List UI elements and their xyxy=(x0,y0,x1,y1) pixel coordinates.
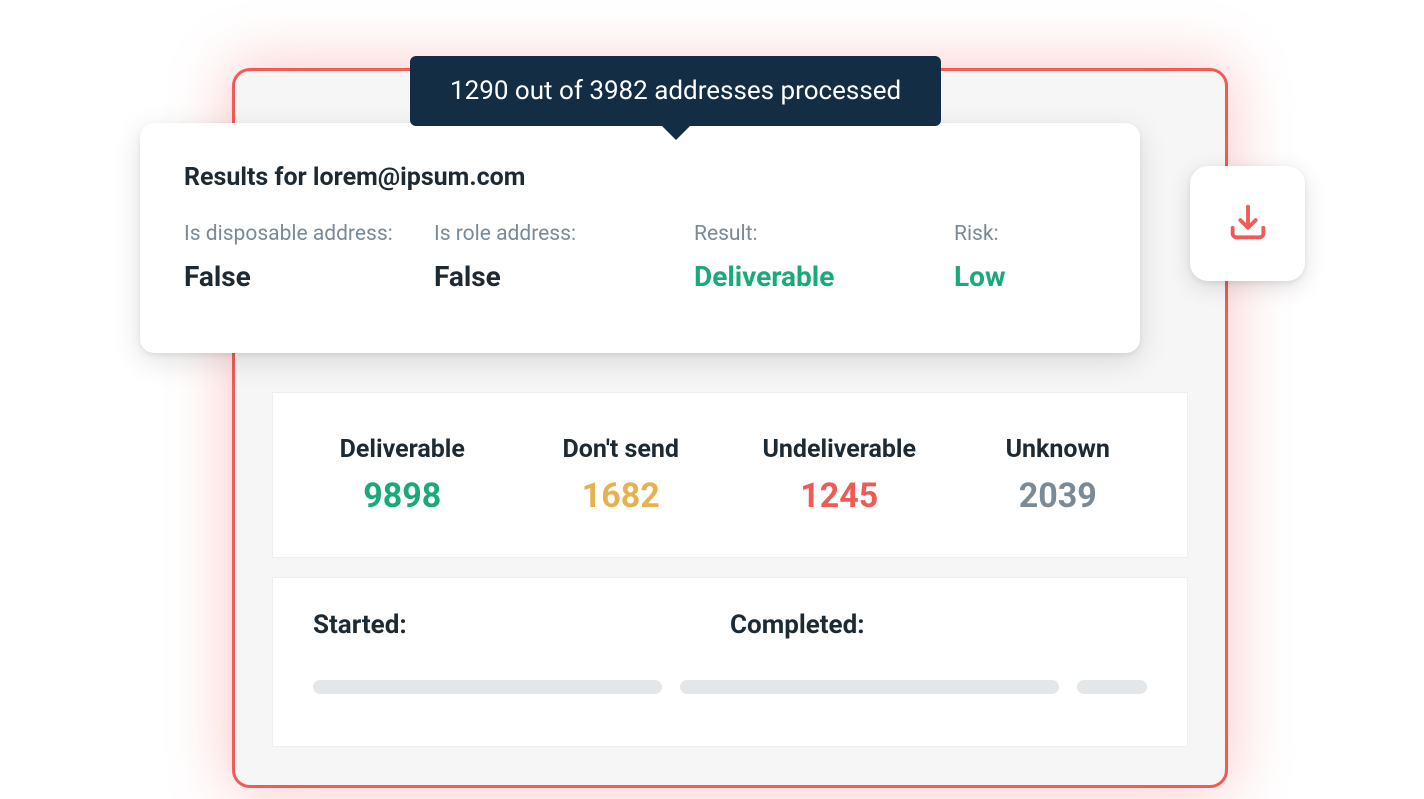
metric-risk: Risk: Low xyxy=(954,222,1104,293)
time-started: Started: xyxy=(313,610,730,640)
progress-text: 1290 out of 3982 addresses processed xyxy=(450,76,901,106)
metric-label: Risk: xyxy=(954,222,1104,246)
stat-label: Deliverable xyxy=(293,435,512,464)
download-icon xyxy=(1225,199,1271,249)
metric-value: Low xyxy=(954,260,1104,293)
metric-result: Result: Deliverable xyxy=(694,222,954,293)
stat-undeliverable: Undeliverable 1245 xyxy=(730,435,949,516)
stat-label: Don't send xyxy=(512,435,731,464)
placeholder-bar xyxy=(680,680,1059,694)
metric-role: Is role address: False xyxy=(434,222,694,293)
metric-label: Is role address: xyxy=(434,222,694,246)
stat-value: 1682 xyxy=(512,476,731,516)
stat-value: 1245 xyxy=(730,476,949,516)
result-metrics-row: Is disposable address: False Is role add… xyxy=(184,222,1096,293)
stat-deliverable: Deliverable 9898 xyxy=(293,435,512,516)
stat-value: 9898 xyxy=(293,476,512,516)
stats-panel: Deliverable 9898 Don't send 1682 Undeliv… xyxy=(272,392,1188,558)
stat-label: Unknown xyxy=(949,435,1168,464)
stat-value: 2039 xyxy=(949,476,1168,516)
stat-dont-send: Don't send 1682 xyxy=(512,435,731,516)
placeholder-bars xyxy=(313,680,1147,694)
download-button[interactable] xyxy=(1190,166,1305,281)
metric-label: Result: xyxy=(694,222,954,246)
metric-value: False xyxy=(184,260,434,293)
time-panel: Started: Completed: xyxy=(272,577,1188,747)
progress-tooltip: 1290 out of 3982 addresses processed xyxy=(410,56,941,126)
metric-value: False xyxy=(434,260,694,293)
stat-label: Undeliverable xyxy=(730,435,949,464)
metric-label: Is disposable address: xyxy=(184,222,434,246)
time-row: Started: Completed: xyxy=(313,610,1147,640)
started-label: Started: xyxy=(313,610,730,640)
placeholder-bar xyxy=(313,680,662,694)
metric-value: Deliverable xyxy=(694,260,954,293)
stat-unknown: Unknown 2039 xyxy=(949,435,1168,516)
result-title: Results for lorem@ipsum.com xyxy=(184,163,1096,192)
completed-label: Completed: xyxy=(730,610,1147,640)
result-card: Results for lorem@ipsum.com Is disposabl… xyxy=(140,123,1140,353)
metric-disposable: Is disposable address: False xyxy=(184,222,434,293)
placeholder-bar xyxy=(1077,680,1147,694)
time-completed: Completed: xyxy=(730,610,1147,640)
